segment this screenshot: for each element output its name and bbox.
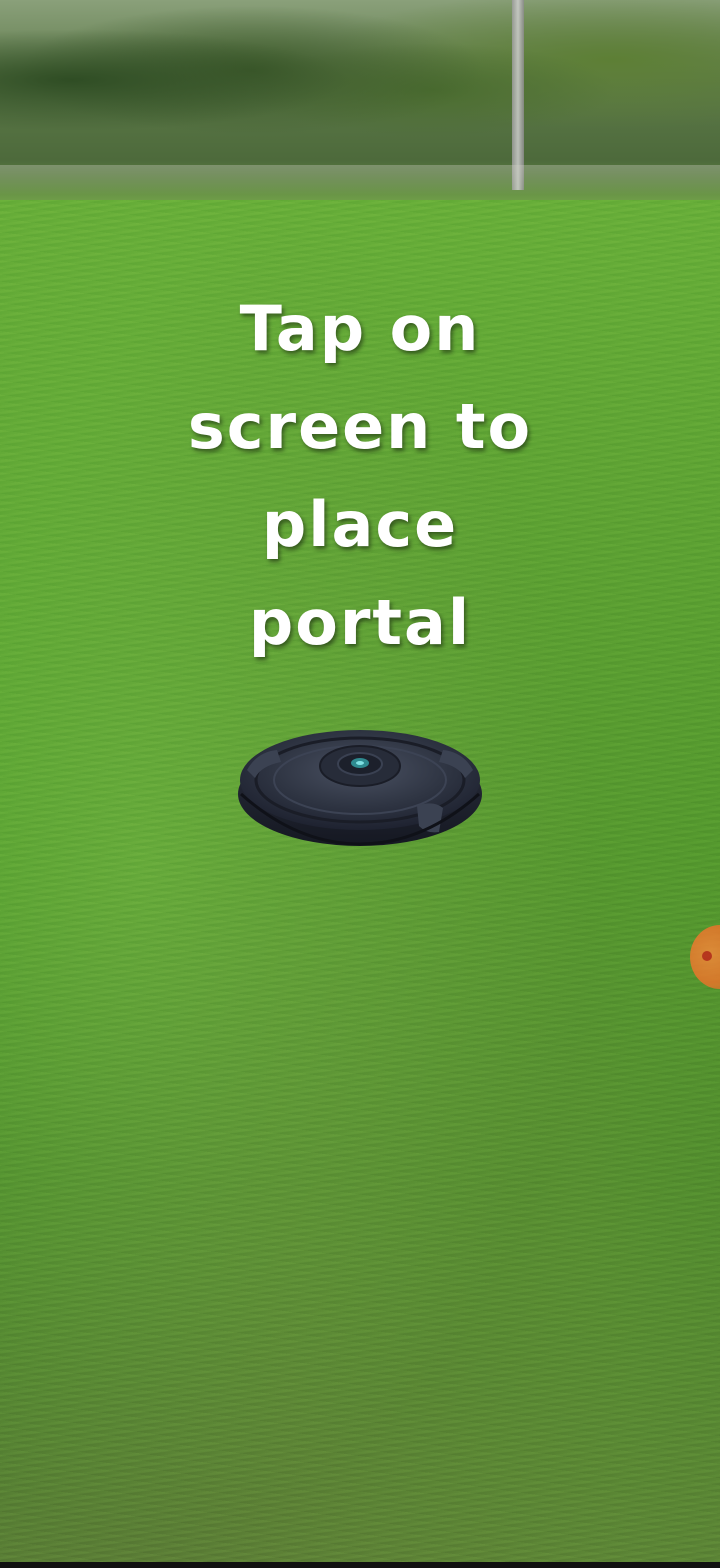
bottom-edge bbox=[0, 1562, 720, 1568]
instruction-line-2: screen to bbox=[187, 390, 533, 463]
tap-to-place-instruction: Tap on screen to place portal bbox=[120, 280, 600, 672]
horizon bbox=[0, 165, 720, 195]
portal-disc-icon[interactable] bbox=[237, 722, 483, 848]
instruction-line-3: place bbox=[261, 488, 459, 561]
ar-camera-view[interactable]: Tap on screen to place portal bbox=[0, 0, 720, 1568]
instruction-line-4: portal bbox=[248, 586, 472, 659]
utility-pole bbox=[512, 0, 524, 190]
instruction-line-1: Tap on bbox=[239, 292, 481, 365]
